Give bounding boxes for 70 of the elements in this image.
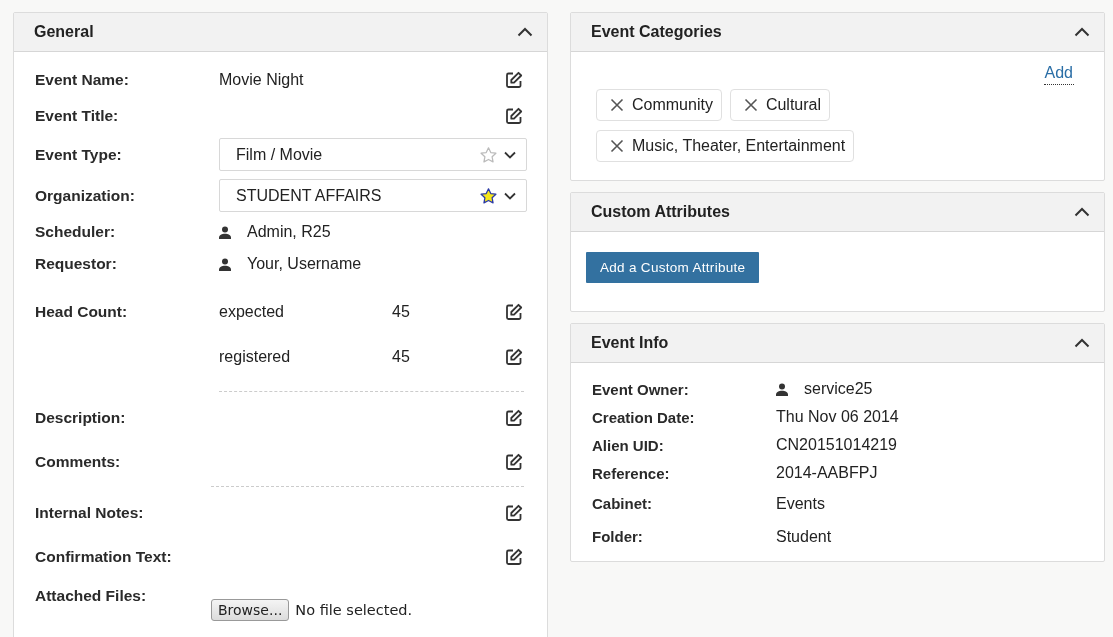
panel-title: Event Categories [591, 23, 722, 41]
star-icon[interactable] [480, 187, 497, 204]
panel-title: Event Info [591, 334, 669, 352]
edit-icon[interactable] [505, 504, 523, 522]
field-value: Thu Nov 06 2014 [776, 408, 900, 426]
field-label: Event Owner: [592, 380, 690, 398]
field-value: Movie Night [219, 71, 305, 89]
panel-header[interactable]: General [14, 13, 547, 52]
tag-label: Cultural [765, 96, 822, 114]
add-attribute-button[interactable]: Add a Custom Attribute [586, 252, 760, 283]
field-label: Event Name: [35, 71, 130, 89]
edit-icon[interactable] [505, 453, 523, 471]
collapse-chevron-icon[interactable] [1074, 27, 1090, 37]
field-label: Comments: [35, 453, 122, 471]
edit-icon[interactable] [505, 302, 523, 321]
field-label: Description: [35, 409, 127, 427]
star-outline-icon[interactable] [480, 146, 497, 163]
edit-icon[interactable] [505, 107, 523, 125]
dropdown-field[interactable]: STUDENT AFFAIRS [219, 179, 527, 212]
panel-title: General [34, 23, 94, 41]
field-label: Organization: [35, 186, 136, 205]
edit-icon[interactable] [505, 347, 523, 366]
dropdown-field[interactable]: Film / Movie [219, 138, 527, 171]
count-name: expected [219, 302, 285, 321]
field-label: Event Title: [35, 107, 120, 125]
remove-icon[interactable] [610, 98, 624, 112]
tag-label: Music, Theater, Entertainment [632, 137, 846, 155]
collapse-chevron-icon[interactable] [1074, 207, 1090, 217]
field-label: Scheduler: [35, 223, 117, 241]
field-label: Attached Files: [35, 586, 148, 605]
field-label: Internal Notes: [35, 504, 145, 522]
edit-icon[interactable] [505, 71, 523, 89]
field-value: Events [776, 494, 826, 513]
field-label: Head Count: [35, 302, 129, 322]
panel-title: Custom Attributes [591, 203, 730, 221]
caret-icon [504, 150, 516, 159]
person-icon [219, 225, 231, 239]
field-value: CN20151014219 [776, 436, 898, 454]
person-name: Your, Username [247, 255, 362, 273]
file-status: No file selected. [295, 602, 413, 618]
field-label: Confirmation Text: [35, 548, 173, 566]
field-value: Student [776, 527, 833, 546]
field-label: Cabinet: [592, 495, 653, 512]
collapse-chevron-icon[interactable] [517, 27, 533, 37]
person-name: service25 [804, 380, 873, 398]
field-label: Alien UID: [592, 436, 665, 454]
browse-button[interactable]: Browse... [211, 599, 290, 621]
tag-label: Community [632, 96, 713, 114]
edit-icon[interactable] [505, 548, 523, 566]
field-label: Folder: [592, 528, 644, 545]
remove-icon[interactable] [610, 139, 624, 153]
panel-header[interactable]: Event Categories [571, 13, 1104, 52]
field-value: 2014-AABFPJ [776, 464, 879, 482]
person-name: Admin, R25 [247, 223, 331, 241]
count-value: 45 [392, 302, 411, 321]
field-label: Event Type: [35, 145, 123, 164]
add-link[interactable]: Add [1043, 64, 1074, 85]
panel-header[interactable]: Custom Attributes [571, 193, 1104, 232]
field-label: Reference: [592, 464, 671, 482]
collapse-chevron-icon[interactable] [1074, 338, 1090, 348]
caret-icon [504, 191, 516, 200]
field-label: Creation Date: [592, 408, 696, 426]
field-label: Requestor: [35, 255, 118, 273]
panel-header[interactable]: Event Info [571, 324, 1104, 363]
count-name: registered [219, 347, 292, 366]
edit-icon[interactable] [505, 409, 523, 427]
person-icon [219, 257, 231, 271]
person-icon [776, 382, 788, 396]
remove-icon[interactable] [743, 98, 758, 112]
count-value: 45 [392, 347, 411, 366]
